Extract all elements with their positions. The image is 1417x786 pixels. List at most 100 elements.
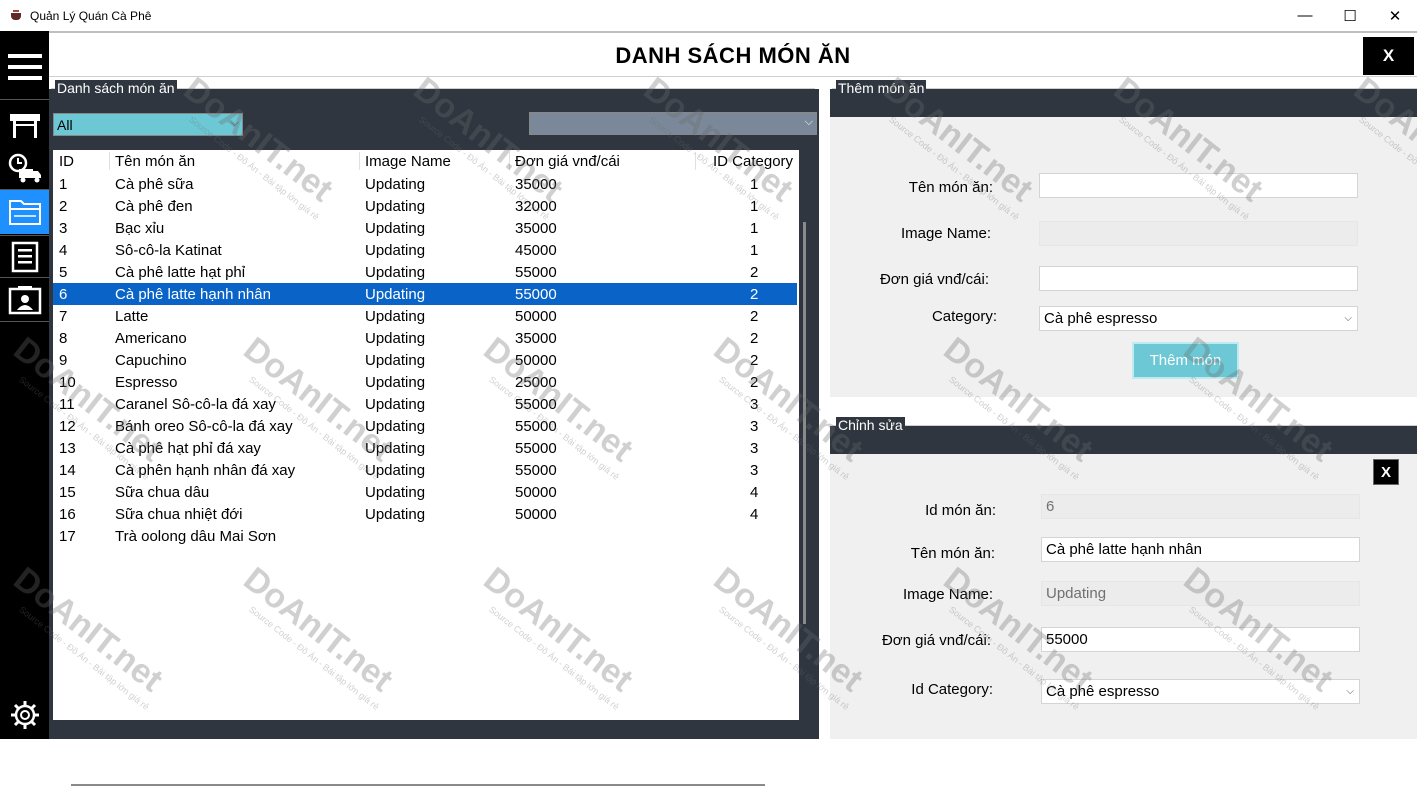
cell-price: 50000 [515, 308, 557, 325]
cell-id: 11 [59, 396, 75, 413]
close-icon: X [1382, 46, 1395, 65]
close-icon: X [1380, 463, 1391, 481]
table-row[interactable]: 13 Cà phê hạt phỉ đá xay Updating 55000 3 [53, 437, 797, 459]
edit-food-group-header: Chỉnh sửa [830, 417, 1417, 454]
close-page-button[interactable]: X [1363, 37, 1414, 75]
vertical-scrollbar[interactable] [803, 222, 806, 624]
category-filter-value: All [57, 116, 73, 133]
cell-image: Updating [365, 440, 426, 457]
cell-name: Latte [115, 308, 149, 325]
add-category-label: Category: [931, 308, 997, 325]
cell-price: 50000 [515, 484, 557, 501]
hamburger-menu-icon [7, 54, 42, 80]
table-row[interactable]: 7 Latte Updating 50000 2 [53, 305, 797, 327]
edit-category-select[interactable]: Cà phê espresso ⌵ [1041, 679, 1360, 704]
table-row[interactable]: 6 Cà phê latte hạnh nhân Updating 55000 2 [53, 283, 797, 305]
category-filter-select[interactable]: All ⌵ [53, 113, 243, 136]
table-row[interactable]: 2 Cà phê đen Updating 32000 1 [53, 195, 797, 217]
cell-name: Cà phê latte hạnh nhân [115, 286, 271, 303]
cell-id: 14 [59, 462, 76, 479]
cell-id: 8 [59, 330, 68, 347]
chevron-down-icon: ⌵ [230, 117, 239, 129]
close-window-button[interactable]: ✕ [1372, 0, 1417, 31]
sidebar-item-menu[interactable] [0, 47, 49, 87]
sidebar-item-food-list[interactable] [0, 190, 49, 234]
cell-category: 4 [750, 484, 759, 501]
add-category-select[interactable]: Cà phê espresso ⌵ [1039, 306, 1358, 331]
column-header-name[interactable]: Tên món ăn [115, 153, 195, 170]
sidebar-item-account[interactable] [0, 280, 49, 320]
food-list-table[interactable]: ID Tên món ăn Image Name Đơn giá vnđ/cái… [53, 150, 799, 720]
cell-name: Cà phê latte hạt phỉ [115, 264, 246, 281]
cell-category: 1 [750, 198, 759, 215]
cell-id: 16 [59, 506, 76, 523]
table-row[interactable]: 14 Cà phên hạnh nhân đá xay Updating 55000 3 [53, 459, 797, 481]
cell-price: 55000 [515, 418, 557, 435]
table-row[interactable]: 1 Cà phê sữa Updating 35000 1 [53, 173, 797, 195]
table-row[interactable]: 11 Caranel Sô-cô-la đá xay Updating 55000 3 [53, 393, 797, 415]
add-food-group-title: Thêm món ăn [836, 80, 927, 96]
cell-name: Sữa chua nhiệt đới [115, 506, 243, 523]
edit-name-input[interactable]: Cà phê latte hạnh nhân [1041, 537, 1360, 562]
column-header-category[interactable]: ID Category [713, 153, 793, 170]
add-food-form: Tên món ăn: Image Name: Đơn giá vnđ/cái:… [830, 117, 1417, 397]
sidebar-item-delivery[interactable] [0, 147, 49, 187]
chevron-down-icon: ⌵ [804, 116, 813, 128]
cell-price: 35000 [515, 176, 557, 193]
close-edit-button[interactable]: X [1373, 459, 1399, 485]
edit-id-input[interactable]: 6 [1041, 494, 1360, 519]
secondary-filter-select[interactable]: ⌵ [529, 112, 817, 135]
column-header-price[interactable]: Đơn giá vnđ/cái [515, 153, 620, 170]
cell-id: 6 [59, 286, 68, 303]
column-header-image[interactable]: Image Name [365, 153, 451, 170]
maximize-button[interactable]: ☐ [1327, 0, 1373, 31]
table-row[interactable]: 5 Cà phê latte hạt phỉ Updating 55000 2 [53, 261, 797, 283]
food-list-group-title: Danh sách món ăn [55, 80, 177, 96]
edit-image-input[interactable]: Updating [1041, 581, 1360, 606]
window-titlebar: Quản Lý Quán Cà Phê — ☐ ✕ [0, 0, 1417, 31]
cell-price: 35000 [515, 330, 557, 347]
add-food-group-header: Thêm món ăn [830, 80, 1417, 117]
store-icon [9, 114, 40, 138]
cell-name: Espresso [115, 374, 178, 391]
minimize-button[interactable]: — [1282, 0, 1328, 31]
sidebar-item-invoice[interactable] [0, 237, 49, 277]
cell-category: 2 [750, 264, 759, 281]
add-price-input[interactable] [1039, 266, 1358, 291]
cell-name: Americano [115, 330, 187, 347]
edit-price-input[interactable]: 55000 [1041, 627, 1360, 652]
edit-price-label: Đơn giá vnđ/cái: [881, 632, 991, 649]
add-food-button[interactable]: Thêm món [1132, 342, 1239, 379]
sidebar-item-store[interactable] [0, 111, 49, 141]
table-row[interactable]: 8 Americano Updating 35000 2 [53, 327, 797, 349]
add-name-label: Tên món ăn: [908, 179, 993, 196]
sidebar-item-settings[interactable] [0, 695, 49, 735]
folder-icon [8, 200, 41, 225]
food-list-group: Danh sách món ăn All ⌵ ⌵ ID Tên món ăn I… [49, 80, 819, 786]
cell-id: 2 [59, 198, 68, 215]
table-row[interactable]: 4 Sô-cô-la Katinat Updating 45000 1 [53, 239, 797, 261]
delivery-truck-icon [8, 153, 41, 183]
cell-name: Trà oolong dâu Mai Sơn [115, 528, 277, 545]
table-row[interactable]: 15 Sữa chua dâu Updating 50000 4 [53, 481, 797, 503]
table-row[interactable]: 3 Bạc xỉu Updating 35000 1 [53, 217, 797, 239]
cell-image: Updating [365, 418, 426, 435]
table-row[interactable]: 12 Bánh oreo Sô-cô-la đá xay Updating 55000… [53, 415, 797, 437]
add-image-input[interactable] [1039, 221, 1358, 246]
table-row[interactable]: 17 Trà oolong dâu Mai Sơn [53, 525, 797, 547]
table-row[interactable]: 9 Capuchino Updating 50000 2 [53, 349, 797, 371]
column-header-id[interactable]: ID [59, 153, 74, 170]
cell-category: 4 [750, 506, 759, 523]
table-row[interactable]: 16 Sữa chua nhiệt đới Updating 50000 4 [53, 503, 797, 525]
cell-price: 55000 [515, 462, 557, 479]
cell-image: Updating [365, 176, 426, 193]
table-row[interactable]: 10 Espresso Updating 25000 2 [53, 371, 797, 393]
cell-name: Cà phê hạt phỉ đá xay [115, 440, 261, 457]
cell-image: Updating [365, 264, 426, 281]
add-name-input[interactable] [1039, 173, 1358, 198]
add-image-label: Image Name: [900, 225, 991, 242]
cell-category: 2 [750, 374, 759, 391]
cell-image: Updating [365, 506, 426, 523]
cell-image: Updating [365, 220, 426, 237]
cell-name: Sữa chua dâu [115, 484, 210, 501]
